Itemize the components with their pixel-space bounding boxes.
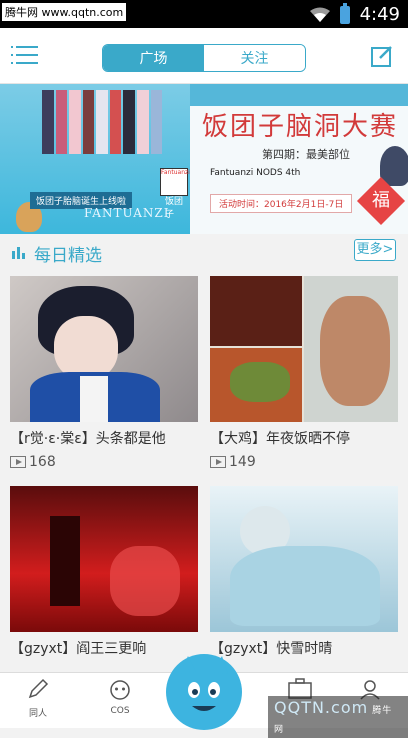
promo-banner[interactable]: Fantuanzi 饭团子 饭团子胎脑诞生上线啦 FANTUANZI 饭团子脑洞… <box>0 84 408 234</box>
feed-card[interactable]: 【r觉·ε·棠ε】头条都是他 168 <box>10 276 198 470</box>
banner-date: 活动时间：2016年2月1日-7日 <box>210 194 353 213</box>
watermark-logo: QQTN.com 腾牛网 <box>268 696 408 738</box>
status-icons: 4:49 <box>309 2 400 25</box>
card-views: 168 <box>10 454 198 470</box>
feed-card[interactable]: 【gzyxt】阎王三更响 <box>10 486 198 658</box>
play-count-icon <box>10 456 26 468</box>
banner-title: 饭团子脑洞大赛 <box>202 112 399 142</box>
bar-chart-icon <box>12 247 25 259</box>
card-caption: 【大鸡】年夜饭晒不停 <box>210 431 350 447</box>
play-count-icon <box>210 456 226 468</box>
card-caption: 【r觉·ε·棠ε】头条都是他 <box>10 431 166 447</box>
tab-following[interactable]: 关注 <box>204 45 305 71</box>
mascot-face-icon[interactable] <box>166 654 242 730</box>
more-button[interactable]: 更多> <box>354 239 396 261</box>
banner-issue: 第四期：最美部位 <box>262 148 350 161</box>
card-views: 149 <box>210 454 398 470</box>
feed-tab-switcher: 广场 关注 <box>102 44 306 72</box>
banner-right-panel: 饭团子脑洞大赛 第四期：最美部位 Fantuanzi NODS 4th 活动时间… <box>190 84 408 234</box>
pen-icon <box>28 678 49 699</box>
card-thumbnail[interactable] <box>210 486 398 632</box>
daily-picks-header: 每日精选 更多> <box>0 234 408 270</box>
banner-left-en: FANTUANZI <box>84 206 170 220</box>
cos-mask-icon <box>110 680 130 700</box>
tab-label: COS <box>110 706 130 716</box>
menu-icon[interactable] <box>11 46 38 66</box>
fantuanzi-logo: Fantuanzi <box>160 168 190 196</box>
card-thumbnail[interactable] <box>10 486 198 632</box>
banner-left-panel: Fantuanzi 饭团子 饭团子胎脑诞生上线啦 FANTUANZI <box>0 84 190 234</box>
feed-card[interactable]: 【gzyxt】快雪时晴 <box>210 486 398 658</box>
view-count: 149 <box>229 454 256 470</box>
card-thumbnail[interactable] <box>210 276 398 422</box>
card-thumbnail[interactable] <box>10 276 198 422</box>
feed-card[interactable]: 【大鸡】年夜饭晒不停 149 <box>210 276 398 470</box>
cosplay-photo-strip <box>42 90 163 154</box>
top-nav-bar: 广场 关注 <box>0 28 408 84</box>
compose-icon[interactable] <box>370 44 394 68</box>
watermark-text: 腾牛网 www.qqtn.com <box>2 3 127 21</box>
banner-en-subtitle: Fantuanzi NODS 4th <box>210 168 301 178</box>
tab-plaza[interactable]: 广场 <box>103 45 204 71</box>
battery-icon <box>339 2 350 24</box>
tab-label: 同人 <box>28 709 47 719</box>
tab-fanart[interactable]: 同人 <box>8 677 68 719</box>
wifi-icon <box>309 7 330 22</box>
section-title: 每日精选 <box>34 246 102 266</box>
status-bar: 腾牛网 www.qqtn.com 4:49 <box>0 0 408 28</box>
tab-cos[interactable]: COS <box>90 677 150 716</box>
view-count: 168 <box>29 454 56 470</box>
status-time: 4:49 <box>359 4 400 25</box>
